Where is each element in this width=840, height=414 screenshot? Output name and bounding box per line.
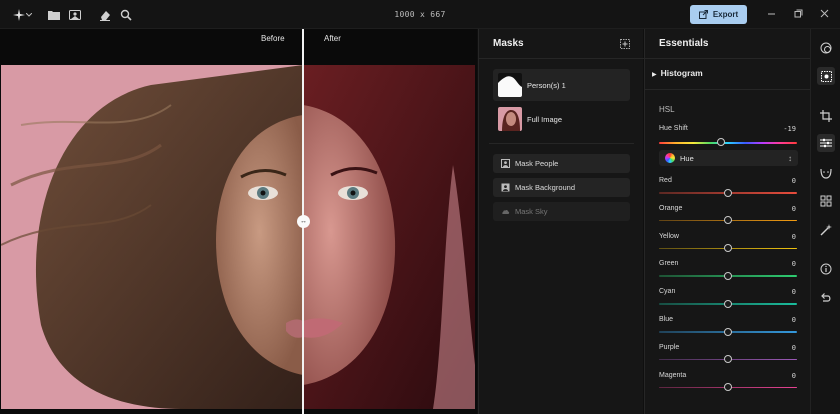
masks-title: Masks: [493, 38, 524, 49]
hsl-orange-slider-knob[interactable]: [724, 216, 732, 225]
hsl-magenta-label: Magenta: [659, 371, 687, 379]
caret-right-icon: ▶: [652, 72, 657, 78]
hue-shift-label: Hue Shift: [659, 125, 688, 132]
hsl-cyan-slider-knob[interactable]: [724, 299, 732, 308]
hsl-cyan-label: Cyan: [659, 288, 676, 296]
mask-sky-button[interactable]: Mask Sky: [493, 202, 630, 221]
hsl-red-value: 0: [791, 177, 796, 185]
hsl-orange-label: Orange: [659, 204, 683, 212]
grid-icon[interactable]: [819, 194, 833, 208]
full-image-thumbnail: [498, 107, 522, 131]
hue-shift-slider-knob[interactable]: [717, 138, 726, 146]
hsl-red-slider-knob[interactable]: [724, 188, 732, 197]
restore-icon[interactable]: [794, 9, 803, 20]
mask-item-persons[interactable]: Person(s) 1: [493, 69, 630, 101]
hsl-yellow-value: 0: [791, 232, 796, 241]
close-icon[interactable]: [820, 9, 829, 20]
export-icon: [698, 10, 708, 19]
mask-people-button[interactable]: Mask People: [493, 154, 630, 173]
right-toolbar: [810, 29, 840, 414]
hsl-section-title: HSL: [659, 105, 675, 114]
export-button[interactable]: Export: [690, 5, 747, 24]
compare-handle-icon[interactable]: ↔: [297, 215, 310, 228]
hsl-purple-value: 0: [791, 343, 796, 352]
mask-sky-label: Mask Sky: [515, 207, 548, 216]
essentials-title: Essentials: [659, 38, 709, 49]
hsl-green-value: 0: [791, 260, 796, 269]
mask-background-label: Mask Background: [515, 183, 576, 192]
hsl-purple-label: Purple: [659, 343, 680, 351]
mask-item-label: Full Image: [527, 114, 563, 124]
hsl-blue-label: Blue: [659, 316, 674, 323]
mask-people-label: Mask People: [515, 159, 559, 168]
hsl-magenta-value: 0: [791, 371, 796, 380]
mask-item-full-image[interactable]: Full Image: [493, 103, 630, 135]
hsl-mode-select[interactable]: Hue ↕: [659, 150, 798, 166]
export-label: Export: [712, 10, 739, 19]
hsl-green-slider-knob[interactable]: [724, 271, 732, 280]
before-image: [1, 65, 303, 409]
layers-icon[interactable]: [819, 41, 833, 55]
hsl-blue-slider-knob[interactable]: [724, 327, 732, 336]
hsl-magenta-slider-knob[interactable]: [724, 383, 732, 392]
hue-shift-slider[interactable]: [659, 142, 797, 144]
crop-icon[interactable]: [819, 109, 833, 123]
mask-background-button[interactable]: Mask Background: [493, 178, 630, 197]
mask-item-label: Person(s) 1: [527, 80, 566, 90]
color-wheel-icon: [665, 153, 675, 163]
person-icon: [501, 159, 510, 168]
hsl-green-label: Green: [659, 260, 679, 268]
hsl-purple-slider-knob[interactable]: [724, 355, 732, 364]
hsl-blue-value: 0: [791, 316, 796, 324]
top-bar: 1000 x 667 Export: [0, 0, 840, 29]
hsl-mode-value: Hue: [680, 153, 694, 163]
background-icon: [501, 183, 510, 192]
person-mask-thumbnail: [498, 73, 522, 97]
histogram-label: Histogram: [660, 68, 703, 78]
hsl-cyan-value: 0: [791, 288, 796, 297]
hsl-red-label: Red: [659, 177, 672, 184]
masks-panel: Masks Person(s) 1 Full Image Mask People…: [478, 29, 644, 414]
magic-icon[interactable]: [819, 223, 833, 237]
before-label: Before: [261, 34, 285, 43]
histogram-toggle[interactable]: ▶ Histogram: [652, 68, 703, 78]
undo-icon[interactable]: [819, 292, 833, 306]
info-icon[interactable]: [819, 262, 833, 276]
photo: [1, 65, 475, 409]
hue-shift-value: -19: [783, 125, 796, 133]
image-canvas[interactable]: Before After ↔: [0, 29, 477, 414]
after-label: After: [324, 34, 341, 43]
after-image: [303, 65, 475, 409]
mask-select-icon[interactable]: [817, 67, 835, 85]
add-mask-icon[interactable]: [620, 39, 630, 49]
essentials-panel: Essentials ▶ Histogram HSL Hue Shift -19 …: [644, 29, 811, 414]
sliders-icon[interactable]: [817, 134, 835, 152]
minimize-icon[interactable]: [767, 9, 776, 20]
hsl-yellow-label: Yellow: [659, 232, 679, 240]
face-icon[interactable]: [819, 166, 833, 180]
chevron-updown-icon: ↕: [788, 153, 792, 163]
hsl-orange-value: 0: [791, 204, 796, 213]
hsl-yellow-slider-knob[interactable]: [724, 244, 732, 253]
cloud-icon: [501, 207, 510, 216]
